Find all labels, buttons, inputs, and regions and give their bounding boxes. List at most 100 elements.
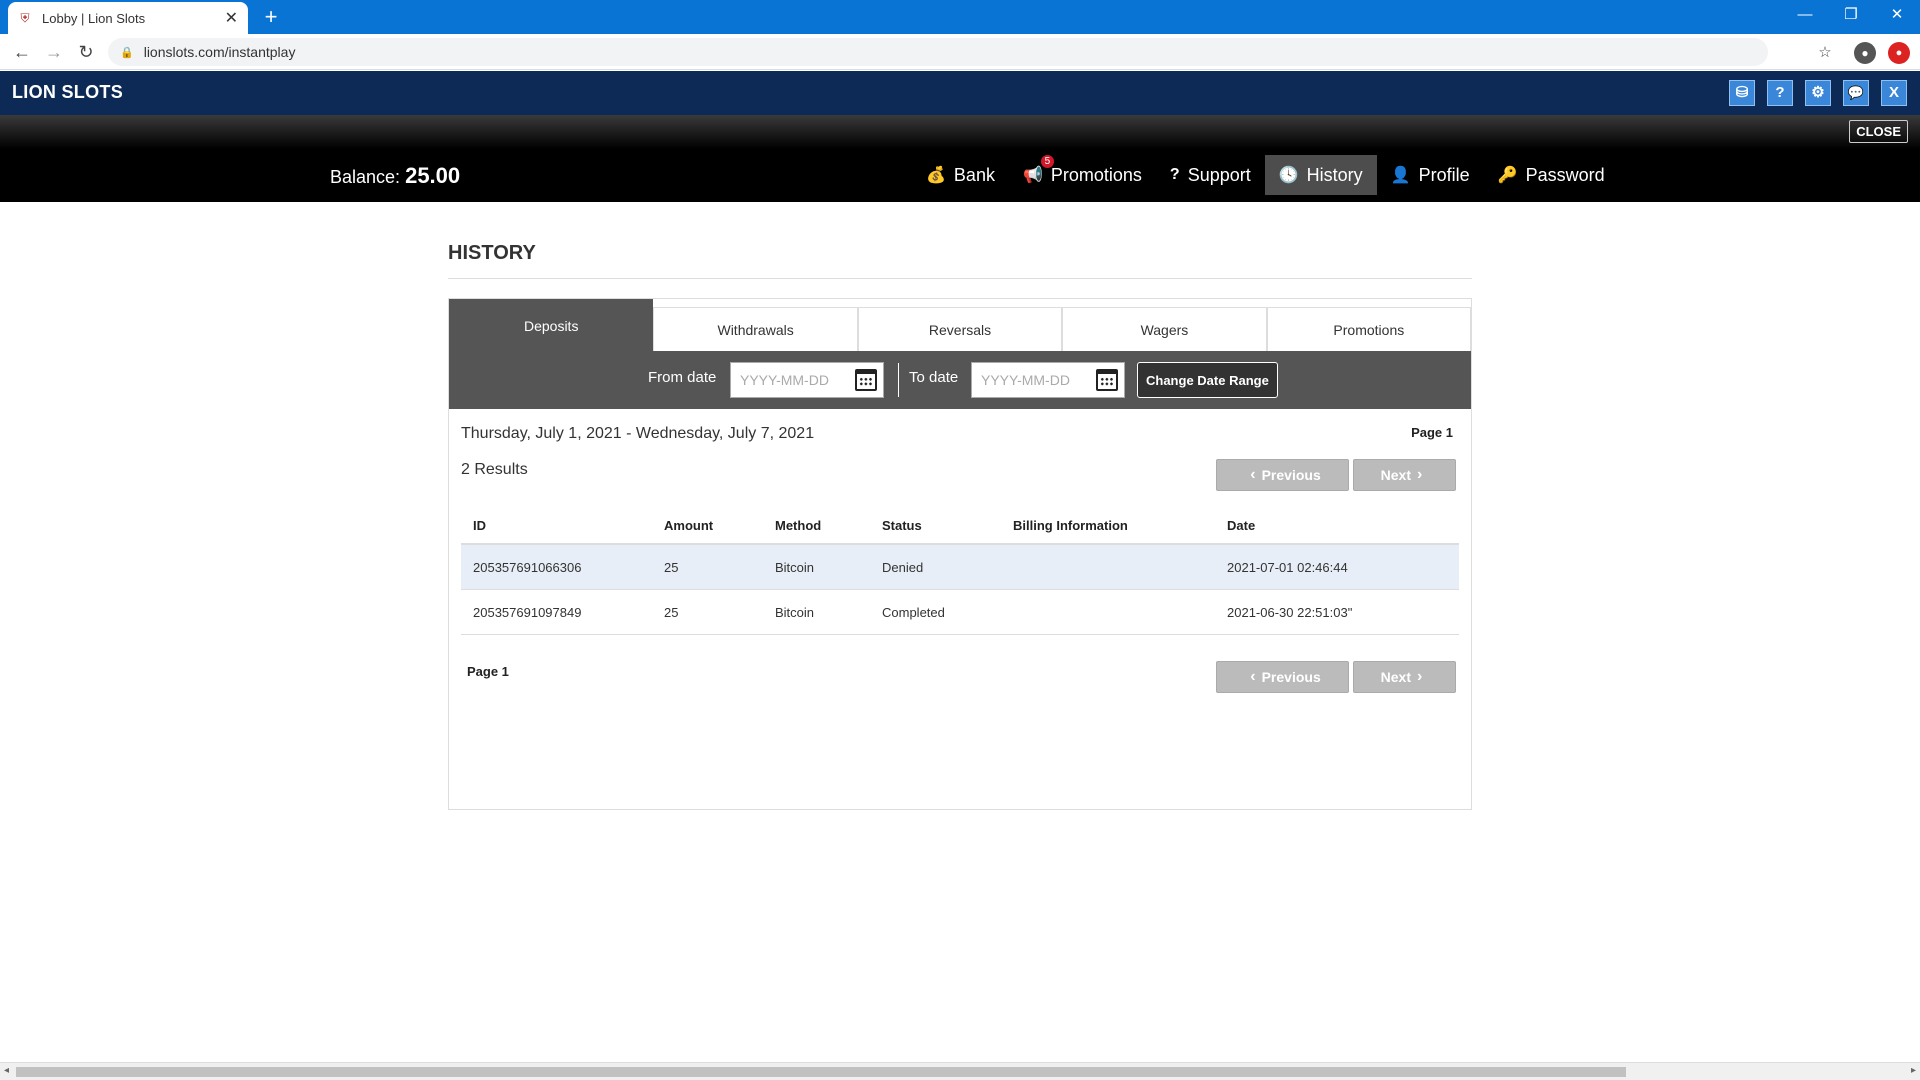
menu-item-label: Bank bbox=[953, 164, 995, 185]
url-field[interactable]: 🔒 lionslots.com/instantplay bbox=[108, 38, 1768, 66]
menu-item-password[interactable]: 🔑 Password bbox=[1484, 155, 1619, 195]
chevron-left-icon: ‹ bbox=[1250, 466, 1256, 483]
horizontal-scrollbar[interactable]: ◂ ▸ bbox=[0, 1062, 1920, 1080]
menu-item-support[interactable]: ? Support bbox=[1156, 155, 1265, 195]
tab-reversals[interactable]: Reversals bbox=[857, 307, 1063, 351]
table-row[interactable]: 205357691066306 25 Bitcoin Denied 2021-0… bbox=[461, 545, 1459, 590]
column-header-billing: Billing Information bbox=[1013, 517, 1128, 533]
account-menu-bar: CLOSE Balance: 25.00 💰 Bank 📢 5 Promotio… bbox=[0, 115, 1920, 202]
previous-button-top[interactable]: ‹ Previous bbox=[1216, 459, 1349, 491]
table-row[interactable]: 205357691097849 25 Bitcoin Completed 202… bbox=[461, 590, 1459, 635]
chat-icon[interactable]: 💬 bbox=[1843, 80, 1869, 106]
back-button[interactable]: ← bbox=[10, 40, 34, 64]
balance-value: 25.00 bbox=[405, 163, 461, 188]
bank-icon[interactable]: ⛁ bbox=[1729, 80, 1755, 106]
star-icon[interactable]: ☆ bbox=[1814, 42, 1836, 64]
address-bar: ← → ↻ 🔒 lionslots.com/instantplay ☆ ● ● bbox=[0, 34, 1920, 70]
menu-item-profile[interactable]: 👤 Profile bbox=[1377, 155, 1484, 195]
megaphone-icon: 📢 bbox=[1022, 167, 1043, 184]
to-date-input[interactable]: YYYY-MM-DD bbox=[971, 362, 1125, 398]
close-x-icon[interactable]: X bbox=[1881, 80, 1907, 106]
cell-date: 2021-07-01 02:46:44 bbox=[1227, 559, 1348, 575]
user-icon: 👤 bbox=[1390, 167, 1411, 184]
browser-tab[interactable]: ⛨ Lobby | Lion Slots ✕ bbox=[8, 2, 248, 34]
window-close-button[interactable]: ✕ bbox=[1874, 0, 1920, 30]
column-header-method: Method bbox=[775, 517, 822, 533]
menu-item-label: Promotions bbox=[1050, 164, 1142, 185]
page-title: HISTORY bbox=[448, 242, 536, 264]
history-tabs: Deposits Withdrawals Reversals Wagers Pr… bbox=[449, 299, 1472, 351]
previous-button-bottom[interactable]: ‹ Previous bbox=[1216, 661, 1349, 693]
cell-date: 2021-06-30 22:51:03" bbox=[1227, 604, 1353, 620]
close-button[interactable]: CLOSE bbox=[1849, 120, 1908, 143]
minimize-button[interactable]: — bbox=[1782, 0, 1828, 30]
cell-method: Bitcoin bbox=[775, 604, 815, 620]
scrollbar-thumb[interactable] bbox=[16, 1067, 1626, 1077]
balance-label: Balance: bbox=[330, 167, 401, 187]
help-icon[interactable]: ? bbox=[1767, 80, 1793, 106]
cell-status: Denied bbox=[882, 559, 924, 575]
previous-label: Previous bbox=[1261, 467, 1321, 483]
tab-close-icon[interactable]: ✕ bbox=[225, 8, 238, 28]
account-menu: 💰 Bank 📢 5 Promotions ? Support 🕓 Histor… bbox=[912, 155, 1619, 195]
cell-id: 205357691097849 bbox=[473, 604, 582, 620]
cell-amount: 25 bbox=[664, 559, 679, 575]
tab-withdrawals[interactable]: Withdrawals bbox=[653, 307, 858, 351]
reload-button[interactable]: ↻ bbox=[74, 40, 98, 64]
extension-icon[interactable]: ● bbox=[1888, 42, 1910, 64]
menu-item-promotions[interactable]: 📢 5 Promotions bbox=[1009, 155, 1156, 195]
menu-item-bank[interactable]: 💰 Bank bbox=[912, 155, 1009, 195]
key-icon: 🔑 bbox=[1497, 167, 1518, 184]
next-button-top[interactable]: Next › bbox=[1353, 459, 1456, 491]
new-tab-button[interactable]: + bbox=[258, 4, 284, 30]
cell-amount: 25 bbox=[664, 604, 679, 620]
next-label: Next bbox=[1380, 669, 1412, 685]
deposits-table: ID Amount Method Status Billing Informat… bbox=[461, 507, 1459, 635]
column-header-date: Date bbox=[1227, 517, 1256, 533]
tab-deposits[interactable]: Deposits bbox=[449, 299, 654, 351]
from-date-placeholder: YYYY-MM-DD bbox=[740, 372, 829, 388]
previous-label: Previous bbox=[1261, 669, 1321, 685]
scroll-left-arrow-icon[interactable]: ◂ bbox=[4, 1065, 9, 1076]
balance: Balance: 25.00 bbox=[330, 163, 460, 189]
lion-favicon-icon: ⛨ bbox=[20, 11, 30, 25]
to-date-placeholder: YYYY-MM-DD bbox=[981, 372, 1070, 388]
lock-icon: 🔒 bbox=[120, 46, 134, 59]
account-icon[interactable]: ● bbox=[1854, 42, 1876, 64]
column-header-amount: Amount bbox=[664, 517, 714, 533]
cell-status: Completed bbox=[882, 604, 945, 620]
cell-method: Bitcoin bbox=[775, 559, 815, 575]
calendar-icon[interactable] bbox=[855, 369, 877, 391]
forward-button[interactable]: → bbox=[42, 40, 66, 64]
column-header-status: Status bbox=[882, 517, 922, 533]
date-range-text: Thursday, July 1, 2021 - Wednesday, July… bbox=[461, 425, 815, 442]
filter-separator bbox=[898, 363, 899, 397]
calendar-icon[interactable] bbox=[1096, 369, 1118, 391]
page-indicator-bottom: Page 1 bbox=[467, 664, 509, 679]
cell-id: 205357691066306 bbox=[473, 559, 582, 575]
change-date-range-button[interactable]: Change Date Range bbox=[1137, 362, 1278, 398]
from-date-label: From date bbox=[648, 369, 717, 386]
gear-icon[interactable]: ⚙ bbox=[1805, 80, 1831, 106]
tab-wagers[interactable]: Wagers bbox=[1062, 307, 1267, 351]
page-indicator-top: Page 1 bbox=[1411, 425, 1453, 440]
history-panel: Deposits Withdrawals Reversals Wagers Pr… bbox=[448, 298, 1472, 810]
restore-button[interactable]: ❐ bbox=[1828, 0, 1874, 30]
bank-icon: 💰 bbox=[926, 167, 946, 184]
scroll-right-arrow-icon[interactable]: ▸ bbox=[1911, 1065, 1916, 1076]
brand-logo[interactable]: LION SLOTS bbox=[12, 82, 123, 103]
chevron-right-icon: › bbox=[1417, 668, 1423, 685]
date-filter-bar: From date YYYY-MM-DD To date YYYY-MM-DD … bbox=[449, 351, 1471, 409]
menu-item-label: Password bbox=[1525, 164, 1605, 185]
notification-badge: 5 bbox=[1040, 155, 1054, 168]
results-count: 2 Results bbox=[461, 461, 528, 478]
to-date-label: To date bbox=[909, 369, 959, 386]
tab-promotions[interactable]: Promotions bbox=[1266, 307, 1472, 351]
menu-item-history[interactable]: 🕓 History bbox=[1264, 155, 1377, 195]
title-divider bbox=[448, 278, 1472, 279]
clock-icon: 🕓 bbox=[1278, 167, 1299, 184]
next-button-bottom[interactable]: Next › bbox=[1353, 661, 1456, 693]
chevron-left-icon: ‹ bbox=[1250, 668, 1256, 685]
from-date-input[interactable]: YYYY-MM-DD bbox=[730, 362, 884, 398]
menu-item-label: Support bbox=[1187, 164, 1251, 185]
